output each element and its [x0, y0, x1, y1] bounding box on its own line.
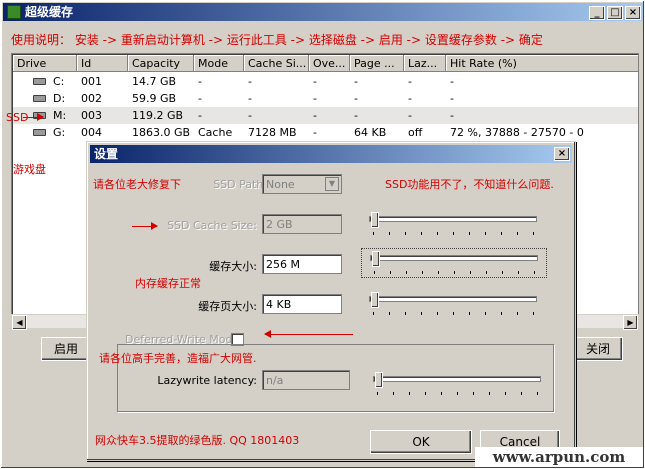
cell-hit-rate: -: [450, 92, 454, 105]
cell-drive: D:: [53, 92, 66, 105]
cell-hit-rate: 72 %, 37888 - 27570 - 0: [450, 126, 584, 139]
column-header-drive[interactable]: Drive: [13, 55, 77, 72]
deferred-arrow-icon: [264, 330, 353, 338]
settings-dialog: 设置 × 请各位老大修复下 SSD功能用不了，不知道什么问题. SSD Path…: [86, 141, 576, 461]
ssd-path-value: None: [266, 178, 295, 191]
enable-button[interactable]: 启用: [41, 337, 91, 361]
cell-lazy: -: [408, 109, 412, 122]
column-header-lazy[interactable]: Laz...: [404, 55, 446, 72]
cell-mode: -: [198, 75, 202, 88]
page-size-slider[interactable]: [369, 290, 539, 320]
window-title: 超级缓存: [25, 5, 74, 19]
table-row[interactable]: G: 004 1863.0 GB Cache 7128 MB - 64 KB o…: [13, 124, 638, 141]
ssd-arrow-icon: [23, 113, 44, 121]
ssd-broken-annotation: SSD功能用不了，不知道什么问题.: [385, 178, 554, 191]
main-window: 超级缓存 _ □ × 使用说明： 安装 -> 重新启动计算机 -> 运行此工具 …: [0, 0, 645, 469]
ssd-cache-field[interactable]: 2 GB: [262, 214, 342, 234]
restore-button[interactable]: □: [607, 6, 623, 20]
cell-page-size: 64 KB: [354, 126, 387, 139]
cell-id: 004: [81, 126, 102, 139]
cell-page-size: -: [354, 92, 358, 105]
cell-id: 003: [81, 109, 102, 122]
usage-instructions: 使用说明： 安装 -> 重新启动计算机 -> 运行此工具 -> 选择磁盘 -> …: [11, 33, 543, 47]
drive-icon: [33, 129, 46, 136]
cell-capacity: 59.9 GB: [132, 92, 177, 105]
ask-improve-annotation: 请各位高手完善，造福广大网管.: [99, 352, 257, 365]
cell-mode: -: [198, 92, 202, 105]
cell-page-size: -: [354, 75, 358, 88]
mem-ok-annotation: 内存缓存正常: [135, 277, 201, 290]
cell-cache-size: 7128 MB: [248, 126, 297, 139]
lazywrite-field[interactable]: n/a: [262, 370, 350, 390]
drive-icon: [33, 95, 46, 102]
page-size-label: 缓存页大小:: [198, 300, 257, 313]
ssd-cache-label: SSD Cache Size:: [167, 219, 257, 232]
cell-drive: C:: [53, 75, 65, 88]
minimize-button[interactable]: _: [589, 6, 605, 20]
cell-page-size: -: [354, 109, 358, 122]
game-disk-annotation: 游戏盘: [13, 163, 46, 176]
cell-mode: -: [198, 109, 202, 122]
cell-id: 002: [81, 92, 102, 105]
cell-capacity: 1863.0 GB: [132, 126, 191, 139]
lazywrite-slider[interactable]: [373, 370, 543, 400]
cell-overhead: -: [313, 126, 317, 139]
dialog-close-button[interactable]: ×: [554, 147, 570, 161]
credit-annotation: 网众快车3.5提取的绿色版. QQ 1801403: [95, 434, 300, 447]
ssd-cache-slider[interactable]: [369, 210, 539, 240]
ssd-path-label: SSD Path:: [213, 178, 267, 191]
table-row[interactable]: D: 002 59.9 GB - - - - - -: [13, 90, 638, 107]
drive-icon: [33, 78, 46, 85]
cell-overhead: -: [313, 92, 317, 105]
cell-capacity: 14.7 GB: [132, 75, 177, 88]
column-header-id[interactable]: Id: [77, 55, 128, 72]
cell-capacity: 119.2 GB: [132, 109, 184, 122]
chevron-down-icon[interactable]: ▼: [325, 177, 339, 191]
table-row[interactable]: C: 001 14.7 GB - - - - - -: [13, 73, 638, 90]
ok-button[interactable]: OK: [370, 430, 472, 454]
cell-mode: Cache: [198, 126, 233, 139]
slider-thumb[interactable]: [371, 292, 379, 308]
scroll-right-icon[interactable]: ▶: [623, 315, 638, 330]
dialog-title-bar[interactable]: 设置 ×: [90, 145, 572, 163]
cell-lazy: -: [408, 92, 412, 105]
cell-id: 001: [81, 75, 102, 88]
cell-lazy: off: [408, 126, 423, 139]
cell-hit-rate: -: [450, 109, 454, 122]
column-header-capacity[interactable]: Capacity: [128, 55, 194, 72]
cell-lazy: -: [408, 75, 412, 88]
watermark: www.arpun.com: [475, 447, 643, 467]
cell-overhead: -: [313, 109, 317, 122]
page-size-field[interactable]: 4 KB: [262, 294, 342, 314]
slider-thumb[interactable]: [372, 251, 380, 267]
table-row[interactable]: M: 003 119.2 GB - - - - - -: [13, 107, 638, 124]
close-button[interactable]: ×: [625, 6, 641, 20]
ssd-path-select[interactable]: None ▼: [262, 174, 342, 194]
slider-thumb[interactable]: [375, 372, 383, 388]
cell-cache-size: -: [248, 75, 252, 88]
cache-size-field[interactable]: 256 M: [262, 254, 342, 274]
column-header-cache-size[interactable]: Cache Si...: [244, 55, 309, 72]
title-bar[interactable]: 超级缓存 _ □ ×: [3, 3, 643, 21]
cell-cache-size: -: [248, 92, 252, 105]
dialog-title: 设置: [94, 147, 119, 161]
app-icon: [7, 5, 21, 19]
scroll-left-icon[interactable]: ◀: [12, 315, 27, 330]
slider-thumb[interactable]: [371, 212, 379, 228]
column-header-mode[interactable]: Mode: [194, 55, 244, 72]
cell-drive: M:: [53, 109, 67, 122]
column-header-page-size[interactable]: Page ...: [350, 55, 404, 72]
lazywrite-label: Lazywrite latency:: [157, 374, 257, 387]
column-header-overhead[interactable]: Ove...: [309, 55, 350, 72]
main-close-button[interactable]: 关闭: [573, 337, 623, 361]
cell-hit-rate: -: [450, 75, 454, 88]
cell-cache-size: -: [248, 109, 252, 122]
cell-drive: G:: [53, 126, 66, 139]
column-header-hit-rate[interactable]: Hit Rate (%): [446, 55, 638, 72]
cell-overhead: -: [313, 75, 317, 88]
cache-size-slider[interactable]: [361, 248, 547, 278]
cache-size-label: 缓存大小:: [209, 260, 257, 273]
